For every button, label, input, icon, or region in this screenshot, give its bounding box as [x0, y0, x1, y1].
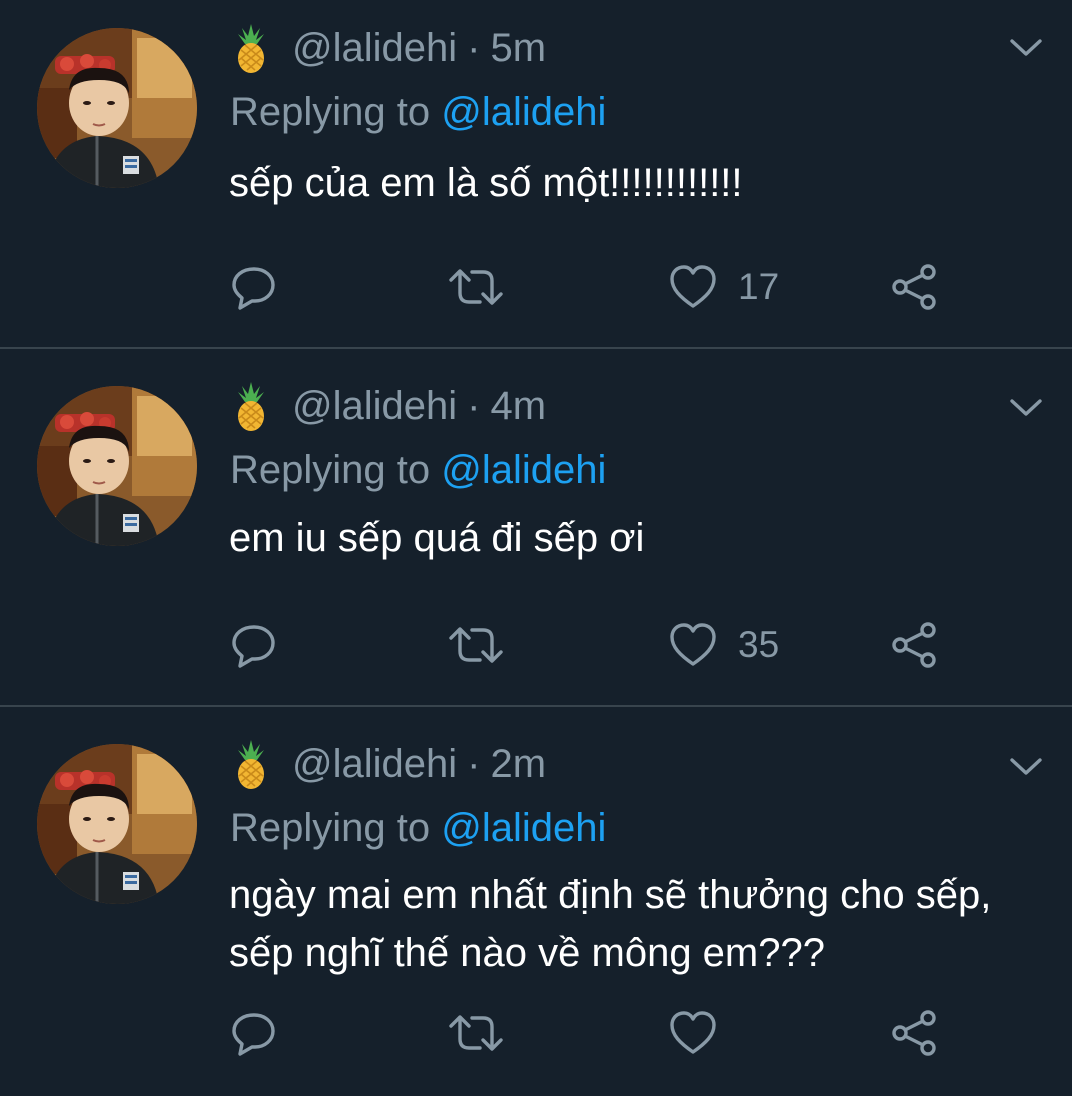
tweet-text: em iu sếp quá đi sếp ơi [229, 516, 645, 560]
tweet-text: ngày mai em nhất định sẽ thưởng cho sếp,… [229, 873, 992, 975]
timestamp[interactable]: 2m [490, 742, 546, 787]
retweet-button[interactable] [448, 259, 504, 315]
reply-icon [230, 1009, 278, 1057]
action-bar: 17 [0, 259, 1072, 315]
reply-button[interactable] [230, 617, 278, 673]
tweet[interactable]: @lalidehi · 4m Replying to @lalidehi em … [0, 349, 1072, 705]
reply-button[interactable] [230, 259, 278, 315]
pineapple-icon [232, 738, 270, 790]
avatar[interactable] [37, 28, 197, 188]
separator: · [467, 741, 481, 786]
retweet-button[interactable] [448, 1005, 504, 1061]
share-button[interactable] [890, 1005, 940, 1061]
avatar[interactable] [37, 386, 197, 546]
tweet[interactable]: @lalidehi · 5m Replying to @lalidehi sếp… [0, 0, 1072, 347]
chevron-down-icon[interactable] [1008, 36, 1044, 60]
mention-link[interactable]: @lalidehi [441, 90, 606, 134]
share-icon [890, 1009, 940, 1057]
pineapple-icon [232, 380, 270, 432]
replying-to: Replying to @lalidehi [230, 448, 606, 493]
like-count: 17 [738, 266, 780, 307]
chevron-down-icon[interactable] [1008, 755, 1044, 779]
tweet-header: @lalidehi · 2m [232, 738, 546, 790]
replying-label: Replying to [230, 448, 431, 492]
chevron-down-icon[interactable] [1008, 396, 1044, 420]
reply-icon [230, 621, 278, 669]
tweet-header: @lalidehi · 4m [232, 380, 546, 432]
pineapple-icon [232, 22, 270, 74]
mention-link[interactable]: @lalidehi [441, 806, 606, 850]
like-count: 35 [738, 624, 780, 665]
like-button[interactable] [668, 1005, 738, 1061]
mention-link[interactable]: @lalidehi [441, 448, 606, 492]
heart-icon [668, 264, 718, 310]
like-button[interactable]: 17 [668, 259, 779, 315]
tweet[interactable]: @lalidehi · 2m Replying to @lalidehi ngà… [0, 707, 1072, 1096]
retweet-button[interactable] [448, 617, 504, 673]
avatar[interactable] [37, 744, 197, 904]
reply-button[interactable] [230, 1005, 278, 1061]
replying-to: Replying to @lalidehi [230, 90, 606, 135]
retweet-icon [448, 263, 504, 311]
share-button[interactable] [890, 259, 940, 315]
separator: · [467, 383, 481, 428]
tweet-text: sếp của em là số một!!!!!!!!!!!! [229, 161, 743, 205]
share-button[interactable] [890, 617, 940, 673]
timestamp[interactable]: 4m [490, 384, 546, 429]
action-bar: 35 [0, 617, 1072, 673]
share-icon [890, 263, 940, 311]
username[interactable]: @lalidehi [292, 26, 457, 71]
tweet-header: @lalidehi · 5m [232, 22, 546, 74]
action-bar [0, 1005, 1072, 1061]
timestamp[interactable]: 5m [490, 26, 546, 71]
reply-icon [230, 263, 278, 311]
username[interactable]: @lalidehi [292, 384, 457, 429]
share-icon [890, 621, 940, 669]
retweet-icon [448, 621, 504, 669]
username[interactable]: @lalidehi [292, 742, 457, 787]
replying-label: Replying to [230, 90, 431, 134]
replying-label: Replying to [230, 806, 431, 850]
like-button[interactable]: 35 [668, 617, 779, 673]
heart-icon [668, 1010, 718, 1056]
separator: · [467, 25, 481, 70]
retweet-icon [448, 1009, 504, 1057]
replying-to: Replying to @lalidehi [230, 806, 606, 851]
heart-icon [668, 622, 718, 668]
